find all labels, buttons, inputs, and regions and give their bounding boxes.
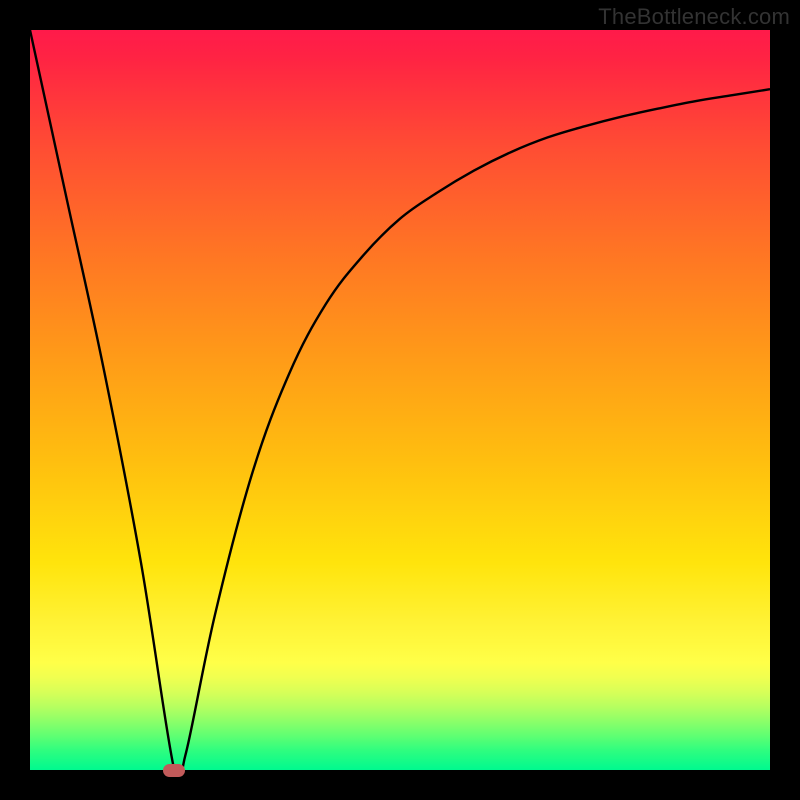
chart-container: TheBottleneck.com: [0, 0, 800, 800]
plot-area: [30, 30, 770, 770]
optimum-marker: [163, 764, 185, 777]
bottleneck-curve: [30, 30, 770, 770]
attribution-text: TheBottleneck.com: [598, 4, 790, 30]
curve-path: [30, 30, 770, 770]
